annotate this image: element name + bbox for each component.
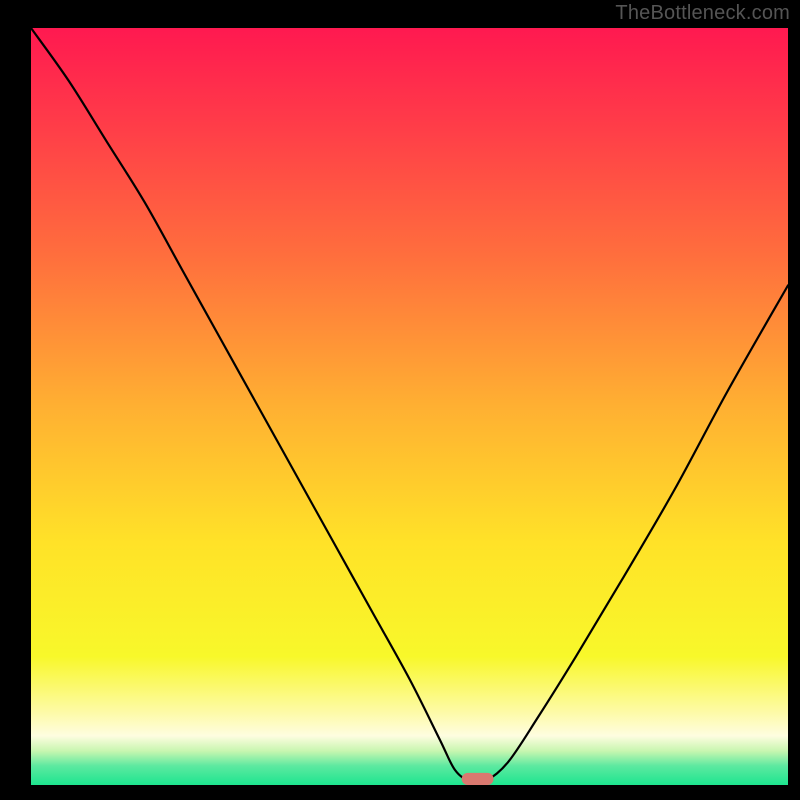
chart-container: TheBottleneck.com xyxy=(0,0,800,800)
bottleneck-chart xyxy=(0,0,800,800)
optimal-point-marker xyxy=(462,773,494,785)
watermark-text: TheBottleneck.com xyxy=(615,2,790,25)
chart-plot-area xyxy=(31,28,788,785)
